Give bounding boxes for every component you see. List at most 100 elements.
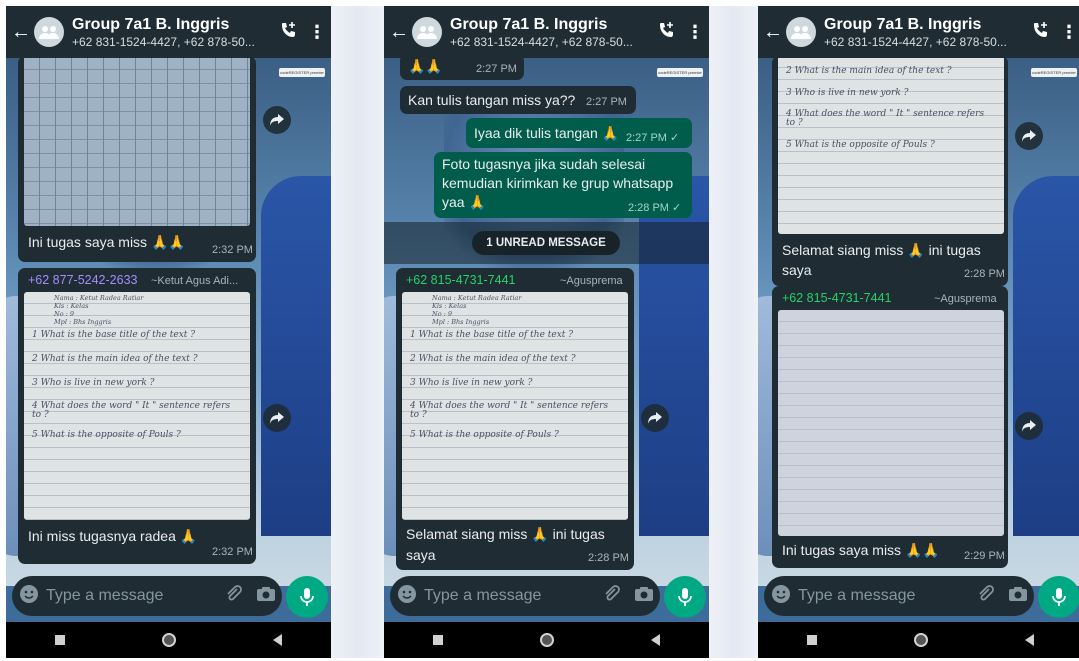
- sender-alias: ~Agusprema: [934, 293, 997, 305]
- group-avatar-icon[interactable]: [34, 17, 64, 47]
- add-call-icon[interactable]: [653, 21, 681, 44]
- message-time: 2:27 PM: [476, 63, 517, 75]
- message-image-bubble[interactable]: +62 877-5242-2633 ~Ketut Agus Adi... Nam…: [18, 268, 256, 564]
- message-text: Kan tulis tangan miss ya??: [408, 92, 576, 108]
- message-image-bubble[interactable]: 2 What is the main idea of the text ? 3 …: [772, 56, 1008, 286]
- forward-icon[interactable]: [263, 106, 291, 134]
- emoji-icon[interactable]: [12, 584, 46, 609]
- back-arrow-icon[interactable]: ←: [386, 21, 412, 44]
- attach-icon[interactable]: [218, 584, 250, 608]
- back-arrow-icon[interactable]: ←: [760, 21, 786, 44]
- handwriting-line: 3 Who is live in new york ?: [32, 378, 155, 388]
- attach-icon[interactable]: [970, 584, 1002, 608]
- chat-title-block[interactable]: Group 7a1 B. Inggris +62 831-1524-4427, …: [72, 16, 275, 49]
- homework-photo[interactable]: [778, 310, 1004, 536]
- chat-header: ← Group 7a1 B. Inggris +62 831-1524-4427…: [758, 6, 1079, 58]
- handwriting-line: Kls : Kelas: [54, 302, 89, 310]
- mic-icon[interactable]: [286, 576, 328, 618]
- message-time: 2:32 PM: [212, 244, 253, 256]
- forward-icon[interactable]: [1015, 412, 1043, 440]
- handwriting-line: 2 What is the main idea of the text ?: [410, 354, 576, 364]
- forward-icon[interactable]: [641, 404, 669, 432]
- more-vert-icon[interactable]: ⋮: [303, 22, 331, 43]
- message-caption-line: Selamat siang miss 🙏 ini tugas: [406, 526, 605, 542]
- collage-gap: [709, 6, 758, 658]
- message-caption: Ini miss tugasnya radea 🙏: [28, 528, 198, 544]
- back-arrow-icon[interactable]: ←: [8, 21, 34, 44]
- group-participants: +62 831-1524-4427, +62 878-50...: [450, 34, 633, 49]
- message-input[interactable]: Type a message: [46, 587, 218, 605]
- android-nav-bar: [384, 622, 709, 658]
- handwriting-line: Kls : Kelas: [432, 302, 467, 310]
- message-image-bubble[interactable]: +62 815-4731-7441 ~Agusprema Ini tugas s…: [772, 286, 1008, 568]
- group-avatar-icon[interactable]: [786, 17, 816, 47]
- handwriting-line: Mpl : Bhs Inggris: [54, 318, 112, 326]
- message-input-bar[interactable]: Type a message: [764, 576, 1034, 616]
- nav-back-icon[interactable]: [651, 634, 661, 646]
- message-input-bar[interactable]: Type a message: [12, 576, 282, 616]
- message-caption: Ini tugas saya miss 🙏🙏: [782, 542, 940, 558]
- attach-icon[interactable]: [596, 584, 628, 608]
- homework-photo[interactable]: Nama : Ketut Radea Ratiar Kls : Kelas No…: [24, 292, 250, 520]
- handwriting-line: No : 9: [432, 310, 453, 318]
- forward-icon[interactable]: [1015, 122, 1043, 150]
- message-time: 2:27 PM ✓: [626, 132, 680, 144]
- message-caption-line: saya: [406, 547, 436, 563]
- group-title: Group 7a1 B. Inggris: [824, 15, 982, 33]
- android-nav-bar: [758, 622, 1079, 658]
- message-caption-line: Selamat siang miss 🙏 ini tugas: [782, 242, 981, 258]
- emoji-icon[interactable]: [764, 584, 798, 609]
- recents-icon[interactable]: [54, 635, 65, 645]
- handwriting-line: 4 What does the word " It " sentence ref…: [786, 109, 985, 128]
- message-input-bar[interactable]: Type a message: [390, 576, 660, 616]
- message-image-bubble[interactable]: Ini tugas saya miss 🙏🙏 2:32 PM: [18, 56, 256, 262]
- message-bubble-outgoing[interactable]: Iyaa dik tulis tangan 🙏 2:27 PM ✓: [466, 118, 692, 148]
- nav-back-icon[interactable]: [1025, 634, 1035, 646]
- camera-icon[interactable]: [250, 586, 282, 607]
- message-time: 2:28 PM: [588, 552, 629, 564]
- chat-title-block[interactable]: Group 7a1 B. Inggris +62 831-1524-4427, …: [450, 16, 653, 49]
- emoji-icon[interactable]: [390, 584, 424, 609]
- homework-photo[interactable]: [24, 56, 250, 226]
- message-text: Iyaa dik tulis tangan 🙏: [474, 125, 620, 141]
- message-input[interactable]: Type a message: [424, 587, 596, 605]
- recents-icon[interactable]: [432, 635, 443, 645]
- add-call-icon[interactable]: [275, 21, 303, 44]
- mic-icon[interactable]: [664, 576, 706, 618]
- group-avatar-icon[interactable]: [412, 17, 442, 47]
- more-vert-icon[interactable]: ⋮: [681, 22, 709, 43]
- collage-gap: [331, 6, 384, 658]
- handwriting-line: 5 What is the opposite of Pouls ?: [410, 430, 559, 440]
- unread-messages-label: 1 UNREAD MESSAGE: [472, 231, 620, 255]
- phone-screen-3: codeREGISTER premier ← Group 7a1 B. Ingg…: [758, 6, 1079, 658]
- homework-photo[interactable]: 2 What is the main idea of the text ? 3 …: [778, 56, 1004, 234]
- message-bubble[interactable]: Kan tulis tangan miss ya?? 2:27 PM: [400, 86, 636, 114]
- handwriting-line: Nama : Ketut Radea Ratiar: [54, 294, 144, 302]
- sender-alias: ~Ketut Agus Adi...: [151, 275, 239, 287]
- mic-icon[interactable]: [1038, 576, 1079, 618]
- chat-title-block[interactable]: Group 7a1 B. Inggris +62 831-1524-4427, …: [824, 16, 1027, 49]
- nav-back-icon[interactable]: [273, 634, 283, 646]
- homework-photo[interactable]: Nama : Ketut Radea Ratiar Kls : Kelas No…: [402, 292, 628, 520]
- message-input[interactable]: Type a message: [798, 587, 970, 605]
- home-icon[interactable]: [539, 633, 554, 647]
- handwriting-line: 3 Who is live in new york ?: [410, 378, 533, 388]
- home-icon[interactable]: [913, 633, 928, 647]
- message-time: 2:28 PM: [964, 268, 1005, 280]
- camera-icon[interactable]: [1002, 586, 1034, 607]
- sender-number: +62 815-4731-7441: [782, 291, 892, 305]
- home-icon[interactable]: [161, 633, 176, 647]
- handwriting-line: Nama : Ketut Radea Ratiar: [432, 294, 522, 302]
- handwriting-line: 4 What does the word " It " sentence ref…: [410, 401, 609, 420]
- sender-alias: ~Agusprema: [560, 275, 623, 287]
- more-vert-icon[interactable]: ⋮: [1055, 22, 1079, 43]
- message-text-line: yaa 🙏: [442, 194, 486, 210]
- camera-icon[interactable]: [628, 586, 660, 607]
- forward-icon[interactable]: [263, 404, 291, 432]
- recents-icon[interactable]: [806, 635, 817, 645]
- message-bubble-outgoing[interactable]: Foto tugasnya jika sudah selesai kemudia…: [434, 152, 692, 218]
- message-image-bubble[interactable]: +62 815-4731-7441 ~Agusprema Nama : Ketu…: [396, 268, 634, 570]
- group-participants: +62 831-1524-4427, +62 878-50...: [72, 34, 255, 49]
- chat-header: ← Group 7a1 B. Inggris +62 831-1524-4427…: [384, 6, 709, 58]
- add-call-icon[interactable]: [1027, 21, 1055, 44]
